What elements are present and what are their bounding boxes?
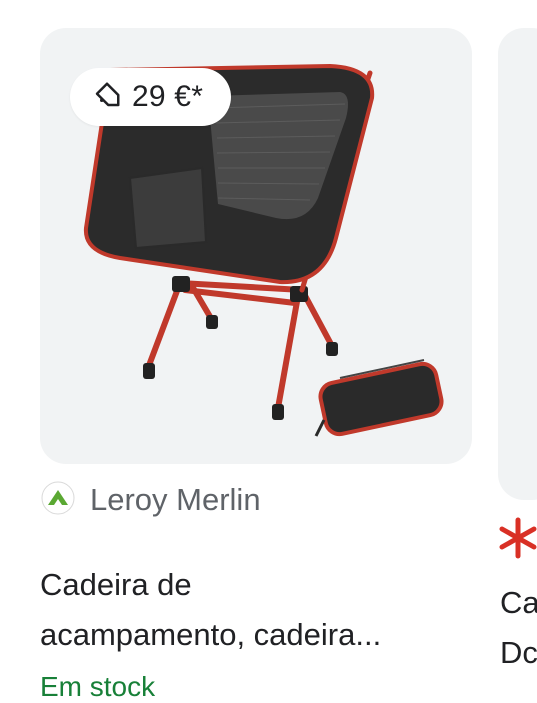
price-text: 29 €* xyxy=(132,80,204,113)
asterisk-icon xyxy=(498,516,537,560)
product-title-line-2: acampamento, cadeira... xyxy=(40,617,382,652)
merchant-row[interactable]: Leroy Merlin xyxy=(40,480,261,520)
product-title-line-1: Cadeira de xyxy=(40,567,192,602)
price-badge: 29 €* xyxy=(70,68,232,126)
price-tag-icon xyxy=(92,80,122,115)
product-image-frame[interactable]: 29 €* xyxy=(40,28,472,464)
next-product-title[interactable]: Ca Dc xyxy=(500,578,537,678)
leroy-merlin-logo-icon xyxy=(40,480,76,521)
product-title[interactable]: Cadeira de acampamento, cadeira... xyxy=(40,560,470,660)
next-product-title-line-1: Ca xyxy=(500,585,537,620)
next-product-title-line-2: Dc xyxy=(500,635,537,670)
next-product-image-frame[interactable] xyxy=(498,28,537,500)
product-card[interactable]: 29 €* Leroy Merlin Cadeira de acampament… xyxy=(40,28,472,702)
merchant-name[interactable]: Leroy Merlin xyxy=(90,482,261,518)
stock-status: Em stock xyxy=(40,671,156,702)
